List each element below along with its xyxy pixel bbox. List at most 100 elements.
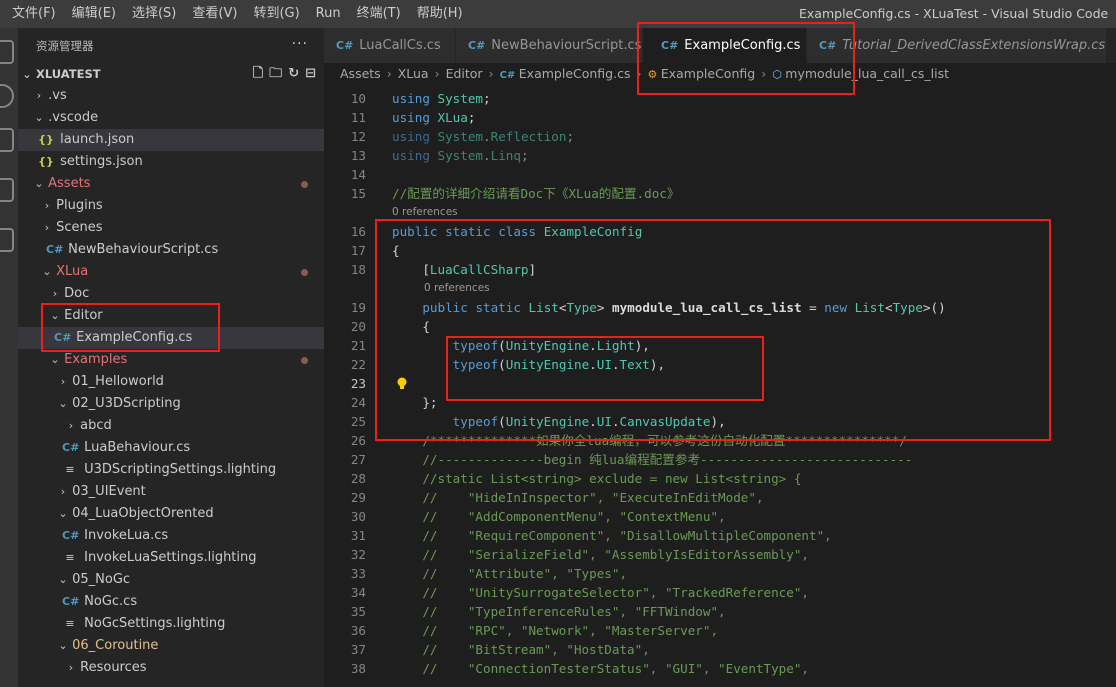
code-line: 29 // "HideInInspector", "ExecuteInEditM… — [324, 488, 1116, 507]
tree-item-label: 02_U3DScripting — [72, 396, 181, 411]
menu-go[interactable]: 转到(G) — [245, 0, 307, 28]
tree-item-02-u3dscripting[interactable]: ⌄ 02_U3DScripting — [18, 393, 324, 415]
breadcrumb-item[interactable]: XLua — [398, 66, 429, 81]
tree-item-label: InvokeLuaSettings.lighting — [84, 550, 257, 565]
tree-item-invokelua[interactable]: C# InvokeLua.cs — [18, 525, 324, 547]
tree-item-scenes[interactable]: › Scenes — [18, 217, 324, 239]
tree-item-assets[interactable]: ⌄ Assets — [18, 173, 324, 195]
line-number: 32 — [350, 547, 366, 562]
line-number: 26 — [350, 433, 366, 448]
menu-view[interactable]: 查看(V) — [184, 0, 245, 28]
menu-terminal[interactable]: 终端(T) — [349, 0, 409, 28]
more-actions-icon[interactable]: ··· — [292, 36, 308, 52]
chevron-down-icon: ⌄ — [34, 111, 44, 124]
new-folder-icon[interactable]: 🗀 — [269, 63, 282, 85]
chevron-right-icon: › — [36, 89, 42, 102]
workspace-root[interactable]: ⌄ XLUATEST 🗋 🗀 ↻ ⊟ — [18, 63, 324, 85]
tree-item-label: NoGc.cs — [84, 594, 138, 609]
code-text: using System.Linq; — [392, 148, 529, 163]
codelens-references[interactable]: 0 references — [392, 205, 458, 219]
tab-label: Tutorial_DerivedClassExtensionsWrap.cs — [842, 38, 1106, 53]
code-line: 30 // "AddComponentMenu", "ContextMenu", — [324, 507, 1116, 526]
json-file-icon: {} — [38, 155, 54, 168]
tree-item-launch-json[interactable]: {} launch.json — [18, 129, 324, 151]
code-text: // "RequireComponent", "DisallowMultiple… — [392, 528, 832, 543]
chevron-right-icon: › — [60, 375, 66, 388]
code-text: using XLua; — [392, 110, 476, 125]
explorer-icon[interactable] — [0, 40, 14, 64]
line-number: 37 — [350, 642, 366, 657]
line-number: 12 — [350, 129, 366, 144]
tree-item-vs[interactable]: › .vs — [18, 85, 324, 107]
code-text: //static List<string> exclude = new List… — [392, 471, 802, 486]
tab-luacallcs[interactable]: C# LuaCallCs.cs — [324, 28, 456, 63]
json-file-icon: {} — [38, 133, 54, 146]
tree-item-nogc[interactable]: C# NoGc.cs — [18, 591, 324, 613]
tree-item-nogcsettings[interactable]: ≡ NoGcSettings.lighting — [18, 613, 324, 635]
line-number: 17 — [350, 243, 366, 258]
tree-item-label: Plugins — [56, 198, 103, 213]
csharp-file-icon: C# — [336, 39, 354, 52]
tree-item-label: Scenes — [56, 220, 103, 235]
tree-item-label: 05_NoGc — [72, 572, 131, 587]
tab-label: NewBehaviourScript.cs — [491, 38, 642, 53]
extensions-icon[interactable] — [0, 228, 14, 252]
tree-item-invokeluasettings[interactable]: ≡ InvokeLuaSettings.lighting — [18, 547, 324, 569]
tree-item-u3dscripting-lighting[interactable]: ≡ U3DScriptingSettings.lighting — [18, 459, 324, 481]
root-actions: 🗋 🗀 ↻ ⊟ — [253, 63, 316, 85]
source-control-icon[interactable] — [0, 128, 14, 152]
menu-run[interactable]: Run — [308, 0, 349, 28]
line-number: 35 — [350, 604, 366, 619]
line-number: 34 — [350, 585, 366, 600]
tree-item-settings-json[interactable]: {} settings.json — [18, 151, 324, 173]
code-line: 11 using XLua; — [324, 108, 1116, 127]
line-number: 24 — [350, 395, 366, 410]
refresh-icon[interactable]: ↻ — [288, 63, 299, 85]
line-number: 30 — [350, 509, 366, 524]
collapse-all-icon[interactable]: ⊟ — [305, 63, 316, 85]
tree-item-03-uievent[interactable]: › 03_UIEvent — [18, 481, 324, 503]
breadcrumb-separator-icon: › — [386, 66, 392, 81]
code-text: // "RPC", "Network", "MasterServer", — [392, 623, 719, 638]
tree-item-01-helloworld[interactable]: › 01_Helloworld — [18, 371, 324, 393]
tree-item-newbehaviourscript[interactable]: C# NewBehaviourScript.cs — [18, 239, 324, 261]
tree-item-06-coroutine[interactable]: ⌄ 06_Coroutine — [18, 635, 324, 657]
tree-item-label: Doc — [64, 286, 90, 301]
tree-item-label: NewBehaviourScript.cs — [68, 242, 219, 257]
new-file-icon[interactable]: 🗋 — [253, 63, 263, 85]
breadcrumb-item[interactable]: Editor — [446, 66, 483, 81]
tree-item-label: NoGcSettings.lighting — [84, 616, 226, 631]
menu-help[interactable]: 帮助(H) — [409, 0, 471, 28]
line-number: 10 — [350, 91, 366, 106]
code-text: // "UnitySurrogateSelector", "TrackedRef… — [392, 585, 810, 600]
tree-item-04-luaobjectorented[interactable]: ⌄ 04_LuaObjectOrented — [18, 503, 324, 525]
menu-file[interactable]: 文件(F) — [4, 0, 64, 28]
search-icon[interactable] — [0, 84, 14, 108]
code-text: // "TypeInferenceRules", "FFTWindow", — [392, 604, 726, 619]
csharp-file-icon: C# — [499, 70, 519, 81]
breadcrumb-item[interactable]: ExampleConfig.cs — [519, 66, 631, 81]
tree-item-plugins[interactable]: › Plugins — [18, 195, 324, 217]
tree-item-abcd[interactable]: › abcd — [18, 415, 324, 437]
tree-item-doc[interactable]: › Doc — [18, 283, 324, 305]
run-debug-icon[interactable] — [0, 178, 14, 202]
tree-item-05-nogc[interactable]: ⌄ 05_NoGc — [18, 569, 324, 591]
line-number: 16 — [350, 224, 366, 239]
chevron-down-icon: ⌄ — [58, 507, 68, 520]
line-number: 19 — [350, 300, 366, 315]
menu-selection[interactable]: 选择(S) — [124, 0, 184, 28]
line-number: 20 — [350, 319, 366, 334]
chevron-down-icon: ⌄ — [22, 68, 32, 81]
code-line: 34 // "UnitySurrogateSelector", "Tracked… — [324, 583, 1116, 602]
tree-item-examples[interactable]: ⌄ Examples — [18, 349, 324, 371]
menu-edit[interactable]: 编辑(E) — [64, 0, 124, 28]
tab-newbehaviourscript[interactable]: C# NewBehaviourScript.cs — [456, 28, 643, 63]
tree-item-resources[interactable]: › Resources — [18, 657, 324, 679]
breadcrumb-item[interactable]: Assets — [340, 66, 381, 81]
code-line: 35 // "TypeInferenceRules", "FFTWindow", — [324, 602, 1116, 621]
tree-item-luabehaviour[interactable]: C# LuaBehaviour.cs — [18, 437, 324, 459]
tree-item-xlua[interactable]: ⌄ XLua — [18, 261, 324, 283]
lighting-file-icon: ≡ — [65, 463, 75, 476]
code-text: // "SerializeField", "AssemblyIsEditorAs… — [392, 547, 810, 562]
tree-item-vscode[interactable]: ⌄ .vscode — [18, 107, 324, 129]
